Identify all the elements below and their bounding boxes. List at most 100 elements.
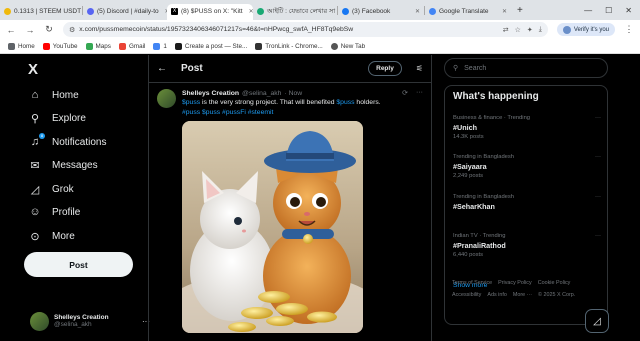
bookmark-star-icon[interactable]: ☆: [515, 26, 521, 34]
tweet-avatar[interactable]: [157, 89, 176, 108]
notification-badge: 8: [39, 133, 45, 139]
youtube-icon: [42, 42, 50, 50]
bookmark-label: Gmail: [128, 42, 146, 50]
back-arrow-icon[interactable]: ←: [157, 63, 167, 74]
bookmark-1[interactable]: 1: [153, 42, 167, 50]
url-text[interactable]: x.com/pussmemecoin/status/19573234063460…: [79, 26, 498, 33]
trend-item[interactable]: Trending in Bangladesh #Saiyaara 2,249 p…: [453, 154, 601, 179]
extensions-icon[interactable]: ✦: [527, 26, 533, 34]
translate-page-icon[interactable]: ⇄: [503, 26, 509, 34]
nav-more[interactable]: ⊙ More: [28, 230, 74, 243]
bookmark-tronlink[interactable]: TronLink - Chrome...: [255, 42, 323, 50]
close-window-icon[interactable]: ✕: [625, 6, 632, 15]
bookmark-label: Home: [18, 42, 35, 50]
back-icon[interactable]: ←: [6, 25, 16, 35]
binance-icon: [4, 8, 11, 15]
close-icon[interactable]: ✕: [499, 8, 507, 15]
forward-icon[interactable]: →: [25, 25, 35, 35]
nav-label: Notifications: [52, 136, 107, 148]
main-column: ← Post Reply ⚟ Shelleys Creation @selina…: [148, 55, 432, 341]
footer-link[interactable]: Privacy Policy: [498, 280, 532, 286]
nav-grok[interactable]: ◿ Grok: [28, 183, 74, 196]
cashtag-link[interactable]: $puss: [336, 99, 354, 106]
hashtag-links[interactable]: #puss $puss #pussFi #steemit: [182, 109, 273, 116]
footer-link[interactable]: More ···: [513, 292, 532, 298]
bookmark-create-post[interactable]: Create a post — Ste...: [174, 42, 247, 50]
nav-label: Home: [52, 89, 79, 101]
browser-tab-active[interactable]: X (8) $PUSS on X: "Kitt ✕: [167, 3, 253, 20]
browser-tab[interactable]: (3) Facebook ✕: [338, 4, 424, 20]
more-options-icon[interactable]: ···: [595, 154, 601, 160]
browser-tab[interactable]: আইটি : যেভাবে লেখার সা ✕: [253, 4, 337, 20]
post-button[interactable]: Post: [24, 252, 133, 277]
avatar: [30, 311, 49, 331]
grok-floating-button[interactable]: ◿: [585, 309, 609, 333]
nav-home[interactable]: ⌂ Home: [28, 89, 79, 101]
trend-context: Trending in Bangladesh: [453, 154, 515, 160]
maximize-icon[interactable]: ☐: [605, 6, 612, 15]
trend-context: Trending in Bangladesh: [453, 194, 515, 200]
verify-label: Verify it's you: [573, 26, 609, 33]
footer-link[interactable]: Cookie Policy: [538, 280, 571, 286]
bookmark-new-tab[interactable]: New Tab: [330, 42, 366, 50]
nav-explore[interactable]: ⚲ Explore: [28, 112, 86, 125]
search-input[interactable]: ⚲ Search: [444, 58, 608, 78]
nav-notifications[interactable]: ♫ 8 Notifications: [28, 133, 107, 148]
minimize-icon[interactable]: —: [584, 6, 592, 15]
trend-item[interactable]: Trending in Bangladesh #SeharKhan ···: [453, 194, 601, 211]
browser-tab[interactable]: Google Translate ✕: [425, 4, 511, 20]
more-options-icon[interactable]: ···: [595, 115, 601, 121]
tweet-text-part: is the very strong project. That will be…: [200, 99, 337, 106]
grok-explain-icon[interactable]: ⟳: [402, 89, 408, 97]
tweet-image[interactable]: [182, 121, 363, 333]
trend-context: Business & finance · Trending: [453, 115, 531, 121]
tweet-actions: ⟳ ···: [402, 89, 423, 97]
bookmark-label: Maps: [95, 42, 111, 50]
address-bar[interactable]: ⚙ x.com/pussmemecoin/status/195732340634…: [63, 22, 548, 37]
x-logo-icon: X: [171, 8, 178, 15]
grok-icon: ◿: [593, 315, 601, 327]
tweet-author-handle[interactable]: @selina_akh: [242, 90, 281, 97]
bookmark-home[interactable]: Home: [8, 42, 35, 50]
more-options-icon[interactable]: ···: [595, 233, 601, 239]
browser-tab[interactable]: 0.1313 | STEEM USDT ✕: [0, 4, 82, 20]
x-logo-icon[interactable]: X: [28, 61, 38, 78]
nav-label: Explore: [52, 113, 86, 124]
bookmark-gmail[interactable]: Gmail: [118, 42, 146, 50]
nav-profile[interactable]: ☺ Profile: [28, 206, 80, 218]
close-icon[interactable]: ✕: [412, 8, 420, 15]
trend-item[interactable]: Indian TV · Trending #PranaliRathod 6,44…: [453, 233, 601, 258]
nav-messages[interactable]: ✉ Messages: [28, 159, 97, 172]
footer-link[interactable]: Terms of Service: [452, 280, 492, 286]
tab-title: আইটি : যেভাবে লেখার সা: [267, 8, 336, 15]
reload-icon[interactable]: ↻: [44, 24, 54, 35]
close-icon[interactable]: ✕: [246, 8, 253, 15]
search-icon: ⚲: [453, 65, 459, 72]
profile-verify-chip[interactable]: Verify it's you: [556, 23, 615, 36]
browser-tab[interactable]: (5) Discord | #daily-to ✕: [83, 4, 167, 20]
reply-button[interactable]: Reply: [368, 61, 402, 76]
sliders-icon[interactable]: ⚟: [416, 64, 423, 73]
bookmark-label: New Tab: [340, 42, 366, 50]
home-icon: ⌂: [31, 89, 39, 101]
cats-with-coins-illustration: [182, 121, 363, 333]
cashtag-link[interactable]: $puss: [182, 99, 200, 106]
account-display-name: Shelleys Creation: [54, 314, 109, 321]
tweet-author-name[interactable]: Shelleys Creation: [182, 90, 239, 97]
home-icon: [8, 42, 15, 50]
tweet-text: $puss is the very strong project. That w…: [182, 98, 423, 117]
site-info-icon[interactable]: ⚙: [69, 26, 75, 34]
download-icon[interactable]: ⤓: [539, 26, 542, 34]
bookmark-youtube[interactable]: YouTube: [42, 42, 78, 50]
search-icon: ⚲: [30, 113, 40, 125]
more-options-icon[interactable]: ···: [416, 89, 423, 97]
bookmark-maps[interactable]: Maps: [85, 42, 111, 50]
footer-link[interactable]: Ads info: [487, 292, 506, 298]
browser-menu-icon[interactable]: ⋮: [624, 24, 634, 35]
footer-link[interactable]: Accessibility: [452, 292, 481, 298]
new-tab-button[interactable]: +: [517, 5, 523, 16]
account-switcher[interactable]: Shelleys Creation @selina_akh ···: [30, 309, 150, 333]
tab-title: (5) Discord | #daily-to: [97, 8, 159, 15]
more-options-icon[interactable]: ···: [595, 194, 601, 200]
trend-item[interactable]: Business & finance · Trending #Unich 14.…: [453, 115, 601, 140]
